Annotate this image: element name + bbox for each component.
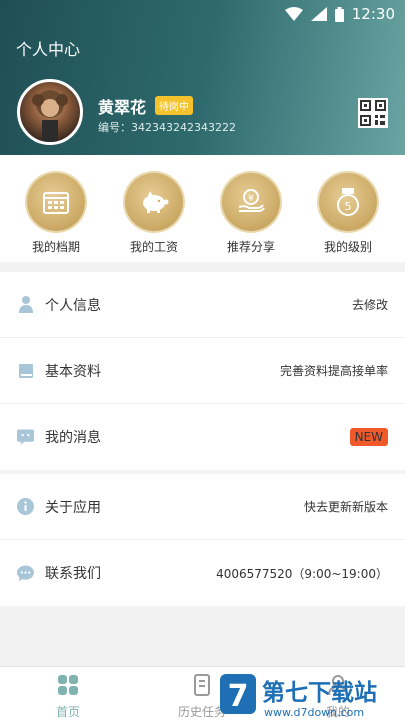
hand-coin-icon: ¥ xyxy=(238,189,265,212)
qr-code-icon[interactable] xyxy=(358,98,388,128)
tab-label: 首页 xyxy=(55,705,80,719)
signal-icon xyxy=(310,7,327,21)
menu-item-value: 快去更新新版本 xyxy=(303,500,388,514)
piggy-bank-icon xyxy=(143,191,169,213)
calendar-icon xyxy=(43,192,69,214)
menu-item-label: 基本资料 xyxy=(45,363,101,380)
avatar[interactable] xyxy=(17,79,83,145)
status-bar: 12:30 xyxy=(284,4,395,24)
status-time: 12:30 xyxy=(351,5,395,23)
watermark-title: 第七下载站 xyxy=(262,679,377,706)
quick-action-schedule[interactable]: 我的档期 xyxy=(16,173,96,255)
medal-icon: 5 xyxy=(337,188,359,216)
quick-action-label: 我的档期 xyxy=(31,240,80,254)
page-title: 个人中心 xyxy=(16,40,81,59)
quick-actions: 我的档期 我的工资 ¥ 推荐分享 5 我的级别 xyxy=(0,155,405,262)
menu-item-personal-info[interactable]: 个人信息 去修改 xyxy=(0,272,405,338)
book-icon xyxy=(17,362,34,379)
quick-action-share[interactable]: ¥ 推荐分享 xyxy=(211,173,291,255)
menu-item-value: 4006577520（9:00~19:00） xyxy=(216,566,388,581)
menu-group-app: 关于应用 快去更新新版本 联系我们 4006577520（9:00~19:00） xyxy=(0,474,405,606)
watermark-url: www.d7down.com xyxy=(264,706,364,719)
quick-action-salary[interactable]: 我的工资 xyxy=(114,173,194,255)
watermark-logo: 7 第七下载站 www.d7down.com xyxy=(220,674,377,719)
quick-action-label: 我的级别 xyxy=(323,240,372,254)
wifi-icon xyxy=(284,7,303,21)
user-id: 编号：342343242343222 xyxy=(98,121,236,134)
menu-item-value: 完善资料提高接单率 xyxy=(279,364,388,378)
home-grid-icon xyxy=(58,675,78,695)
menu-item-about[interactable]: 关于应用 快去更新新版本 xyxy=(0,474,405,540)
menu-item-basic-profile[interactable]: 基本资料 完善资料提高接单率 xyxy=(0,338,405,404)
menu-item-label: 联系我们 xyxy=(45,566,101,582)
status-badge: 待岗中 xyxy=(155,96,193,115)
person-icon xyxy=(17,296,34,313)
svg-text:5: 5 xyxy=(345,200,352,213)
chat-icon xyxy=(17,564,34,582)
quick-action-label: 推荐分享 xyxy=(226,240,275,254)
menu-item-label: 个人信息 xyxy=(45,297,101,314)
battery-icon xyxy=(334,6,344,22)
user-name: 黄翠花 xyxy=(98,98,147,117)
menu-group-profile: 个人信息 去修改 基本资料 完善资料提高接单率 我的消息 NEW xyxy=(0,272,405,470)
menu-item-messages[interactable]: 我的消息 NEW xyxy=(0,404,405,470)
new-badge: NEW xyxy=(349,428,388,446)
avatar-image xyxy=(32,90,68,142)
quick-action-label: 我的工资 xyxy=(129,240,178,254)
quick-action-level[interactable]: 5 我的级别 xyxy=(308,173,388,255)
menu-item-contact[interactable]: 联系我们 4006577520（9:00~19:00） xyxy=(0,540,405,606)
menu-item-value: 去修改 xyxy=(351,298,388,312)
info-icon xyxy=(17,498,34,515)
message-icon xyxy=(17,429,34,446)
svg-text:7: 7 xyxy=(228,679,249,714)
tab-home[interactable]: 首页 xyxy=(28,674,108,720)
menu-item-label: 关于应用 xyxy=(45,499,101,516)
document-icon xyxy=(194,674,210,696)
menu-item-label: 我的消息 xyxy=(45,430,101,446)
svg-text:¥: ¥ xyxy=(248,194,254,204)
profile-header: 12:30 个人中心 黄翠花 待岗中 编号：342343242343222 xyxy=(0,0,405,155)
